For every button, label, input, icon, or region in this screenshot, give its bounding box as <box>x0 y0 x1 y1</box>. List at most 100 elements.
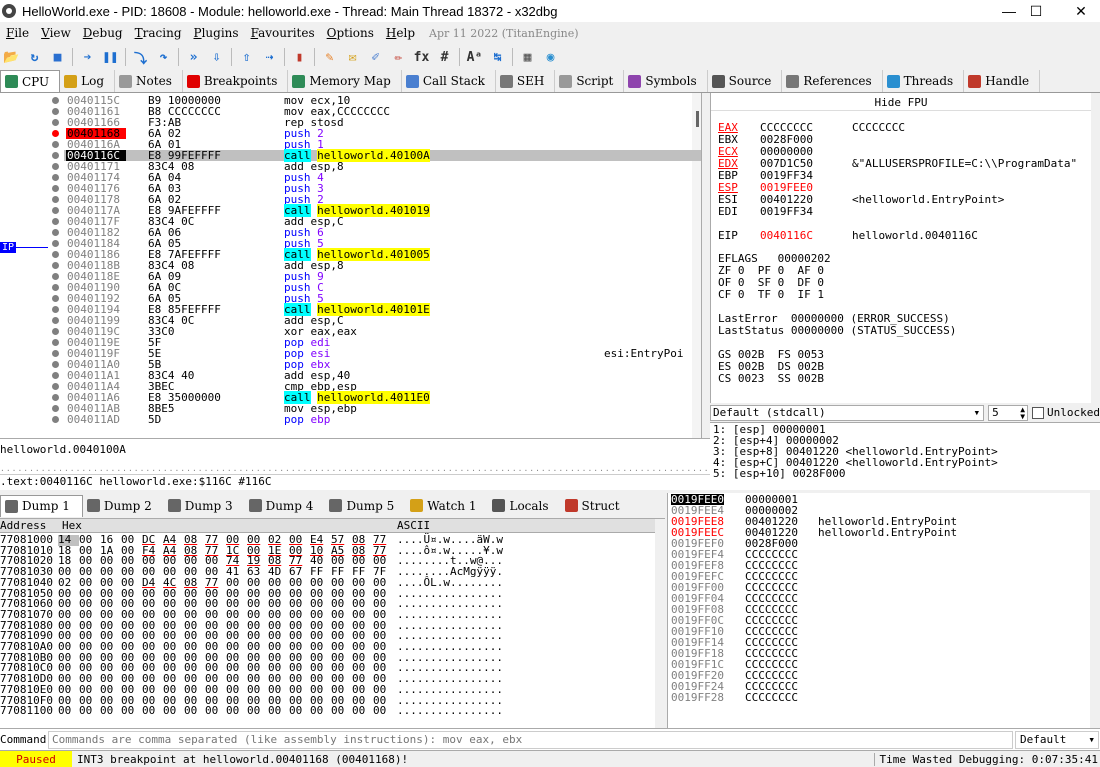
register-edi[interactable]: EDI 0019FF34 <box>718 206 852 217</box>
breakpoint-toggle[interactable] <box>52 207 59 214</box>
register-ecx[interactable]: ECX 00000000 <box>718 146 852 157</box>
breakpoint-toggle[interactable] <box>52 141 59 148</box>
strings-icon[interactable]: ↹ <box>489 49 506 66</box>
dump-header-address[interactable]: Address <box>0 519 46 532</box>
stack-row[interactable]: 0019FEF4 CCCCCCCC <box>668 549 1088 560</box>
flags-row-3[interactable]: CF 0 TF 0 IF 1 <box>718 289 824 300</box>
dump-row[interactable]: 77081040 02 00 00 00 D4 4C 08 77 00 00 00 00 00 00 00 00… <box>0 577 655 589</box>
tab-memory-map[interactable]: Memory Map <box>288 70 402 92</box>
tab-handles[interactable]: Handle <box>964 70 1041 92</box>
breakpoint-toggle[interactable] <box>52 306 59 313</box>
breakpoint-toggle[interactable] <box>52 240 59 247</box>
breakpoint-toggle[interactable] <box>52 372 59 379</box>
tab-cpu[interactable]: CPU <box>0 70 61 92</box>
dump-row[interactable]: 77081070 00 00 00 00 00 00 00 00 00 00 00 00 00 00 00 00… <box>0 609 655 621</box>
register-edx[interactable]: EDX 007D1C50 &"ALLUSERSPROFILE=C:\\Program… <box>718 158 1077 169</box>
argument-count-spinner[interactable]: 5 ▲ ▼ <box>988 404 1029 421</box>
comment-icon[interactable]: ✉ <box>344 49 361 66</box>
dump-header-hex[interactable]: Hex <box>62 519 82 532</box>
globe-icon[interactable]: ◉ <box>542 49 559 66</box>
info-separator[interactable]: ........................................… <box>0 464 710 474</box>
breakpoint-toggle[interactable] <box>52 328 59 335</box>
tab-seh[interactable]: SEH <box>496 70 556 92</box>
dump-row[interactable]: 770810F0 00 00 00 00 00 00 00 00 00 00 00 00 00 00 00 00… <box>0 695 655 707</box>
dump-row[interactable]: 770810E0 00 00 00 00 00 00 00 00 00 00 00 00 00 00 00 00… <box>0 684 655 696</box>
breakpoint-marker[interactable] <box>52 130 59 137</box>
hash-icon[interactable]: # <box>436 49 453 66</box>
segment-row-1[interactable]: GS 002B FS 0053 <box>718 349 824 360</box>
breakpoint-toggle[interactable] <box>52 273 59 280</box>
restart-icon[interactable]: ↻ <box>26 49 43 66</box>
menu-favourites[interactable]: Favourites <box>245 26 321 40</box>
breakpoint-toggle[interactable] <box>52 383 59 390</box>
flags-row-1[interactable]: ZF 0 PF 0 AF 0 <box>718 265 824 276</box>
dump-row[interactable]: 77081030 00 00 00 00 00 00 00 00 41 63 4D 67 FF FF FF 7F… <box>0 566 655 578</box>
tab-script[interactable]: Script <box>555 70 625 92</box>
dump-row[interactable]: 77081090 00 00 00 00 00 00 00 00 00 00 00 00 00 00 00 00… <box>0 630 655 642</box>
segment-row-2[interactable]: ES 002B DS 002B <box>718 361 824 372</box>
stack-row[interactable]: 0019FF20 CCCCCCCC <box>668 670 1088 681</box>
register-esp[interactable]: ESP 0019FEE0 <box>718 182 852 193</box>
disassembly-view[interactable]: IP 0040115C B9 10000000 mov ecx,10 00401161… <box>0 93 702 438</box>
breakpoint-toggle[interactable] <box>52 295 59 302</box>
tab-watch-1[interactable]: Watch 1 <box>406 495 488 517</box>
tab-symbols[interactable]: Symbols <box>624 70 708 92</box>
stack-row[interactable]: 0019FF08 CCCCCCCC <box>668 604 1088 615</box>
breakpoint-toggle[interactable] <box>52 361 59 368</box>
hide-fpu-button[interactable]: Hide FPU <box>711 96 1091 109</box>
trace-over-icon[interactable]: ⇩ <box>208 49 225 66</box>
register-eax[interactable]: EAX CCCCCCCC CCCCCCCC <box>718 122 905 133</box>
stack-row[interactable]: 0019FF14 CCCCCCCC <box>668 637 1088 648</box>
dump-row[interactable]: 77081000 14 00 16 00 DC A4 08 77 00 00 02 00 E4 57 08 77… <box>0 534 655 546</box>
stack-row[interactable]: 0019FF04 CCCCCCCC <box>668 593 1088 604</box>
breakpoint-toggle[interactable] <box>52 251 59 258</box>
disassembly-gutter[interactable] <box>0 93 64 438</box>
stack-row[interactable]: 0019FEE0 00000001 <box>668 494 1088 505</box>
breakpoint-toggle[interactable] <box>52 350 59 357</box>
breakpoint-toggle[interactable] <box>52 163 59 170</box>
maximize-button[interactable]: ☐ <box>1013 0 1059 22</box>
label-icon[interactable]: ✐ <box>367 49 384 66</box>
breakpoint-toggle[interactable] <box>52 284 59 291</box>
execute-till-return-icon[interactable]: ⇧ <box>238 49 255 66</box>
dump-row[interactable]: 770810B0 00 00 00 00 00 00 00 00 00 00 00 00 00 00 00 00… <box>0 652 655 664</box>
dump-row[interactable]: 77081060 00 00 00 00 00 00 00 00 00 00 00 00 00 00 00 00… <box>0 598 655 610</box>
eflags-row[interactable]: EFLAGS 00000202 <box>718 253 831 264</box>
breakpoint-toggle[interactable] <box>52 119 59 126</box>
breakpoint-toggle[interactable] <box>52 97 59 104</box>
spinner-arrows-icon[interactable]: ▲ ▼ <box>1020 405 1025 420</box>
dump-row[interactable]: 77081020 18 00 00 00 00 00 00 00 74 19 08 77 40 00 00 00… <box>0 556 655 567</box>
stack-row[interactable]: 0019FF28 CCCCCCCC <box>668 692 1088 703</box>
menu-plugins[interactable]: Plugins <box>188 26 245 40</box>
breakpoint-toggle[interactable] <box>52 218 59 225</box>
dump-row[interactable]: 77081080 00 00 00 00 00 00 00 00 00 00 00 00 00 00 00 00… <box>0 620 655 632</box>
menu-help[interactable]: Help <box>380 26 421 40</box>
tab-dump-4[interactable]: Dump 4 <box>245 495 326 517</box>
tab-dump-3[interactable]: Dump 3 <box>164 495 245 517</box>
tab-breakpoints[interactable]: Breakpoints <box>183 70 289 92</box>
unlocked-checkbox[interactable] <box>1032 406 1045 419</box>
menu-view[interactable]: View <box>35 26 77 40</box>
step-over-icon[interactable]: ↷ <box>155 49 172 66</box>
command-mode-select[interactable]: Default ▾ <box>1015 730 1099 749</box>
menu-file[interactable]: File <box>0 26 35 40</box>
run-icon[interactable]: ➔ <box>79 49 96 66</box>
dump-row[interactable]: 77081050 00 00 00 00 00 00 00 00 00 00 00 00 00 00 00 00… <box>0 588 655 600</box>
dump-row[interactable]: 770810C0 00 00 00 00 00 00 00 00 00 00 00 00 00 00 00 00… <box>0 663 655 674</box>
dump-header-ascii[interactable]: ASCII <box>397 519 430 532</box>
breakpoint-toggle[interactable] <box>52 394 59 401</box>
breakpoint-toggle[interactable] <box>52 339 59 346</box>
breakpoint-toggle[interactable] <box>52 405 59 412</box>
dump-row[interactable]: 770810D0 00 00 00 00 00 00 00 00 00 00 00 00 00 00 00 00… <box>0 673 655 685</box>
breakpoint-toggle[interactable] <box>52 229 59 236</box>
register-ebp[interactable]: EBP 0019FF34 <box>718 170 852 181</box>
stop-icon[interactable]: ■ <box>49 49 66 66</box>
stack-row[interactable]: 0019FEFC CCCCCCCC <box>668 571 1088 582</box>
bookmark-icon[interactable]: ✏ <box>390 49 407 66</box>
stack-view[interactable]: 0019FEE0 00000001 0019FEE4 00000002 0019FEE8… <box>667 493 1100 728</box>
breakpoint-toggle[interactable] <box>52 262 59 269</box>
registers-scrollbar[interactable] <box>1091 93 1100 403</box>
breakpoint-toggle[interactable] <box>52 174 59 181</box>
tab-references[interactable]: References <box>782 70 883 92</box>
stack-row[interactable]: 0019FF0C CCCCCCCC <box>668 615 1088 626</box>
